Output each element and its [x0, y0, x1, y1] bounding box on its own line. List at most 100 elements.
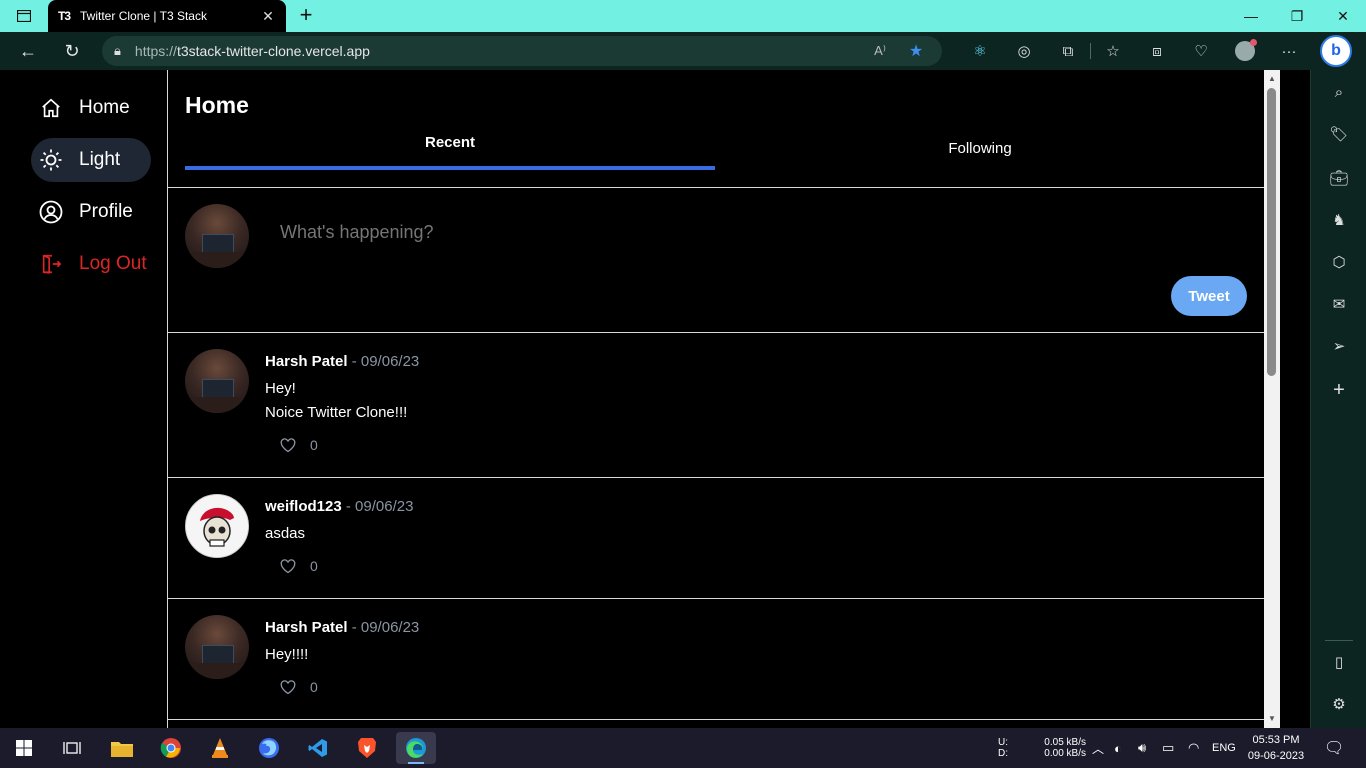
like-button[interactable]: 0 — [280, 679, 318, 695]
windows-start-icon[interactable] — [4, 732, 44, 764]
extension-toolbar: ⚛ ◎ ⧉ ☆ ⧈ ♡ ··· — [958, 35, 1311, 67]
address-bar[interactable]: 🔒︎ https://t3stack-twitter-clone.vercel.… — [102, 36, 942, 66]
tweet-header: Harsh Patel - 09/06/23 — [265, 353, 419, 370]
clock[interactable]: 05:53 PM 09-06-2023 — [1246, 728, 1306, 768]
extension-target-icon[interactable]: ◎ — [1002, 35, 1046, 67]
edge-icon[interactable] — [396, 732, 436, 764]
bing-chat-icon[interactable]: b — [1320, 35, 1352, 67]
tweet-date: - 09/06/23 — [347, 353, 420, 370]
read-aloud-icon[interactable]: A⁾ — [866, 43, 894, 59]
logout-icon — [39, 252, 63, 276]
back-icon[interactable]: ← — [12, 35, 44, 67]
chrome-icon[interactable] — [151, 732, 191, 764]
url-text[interactable]: https://t3stack-twitter-clone.vercel.app — [135, 43, 858, 59]
nav-item-home[interactable]: Home — [31, 86, 151, 130]
tweet-text-line: Hey!!!! — [265, 646, 309, 663]
tab-actions-icon[interactable] — [10, 6, 38, 26]
brave-icon[interactable] — [347, 732, 387, 764]
hide-sidebar-icon[interactable]: ▯ — [1311, 648, 1366, 676]
tweet-card: Harsh Patel - 09/06/23 Hey! Noice Twitte… — [168, 333, 1265, 477]
scroll-down-icon[interactable]: ▼ — [1267, 714, 1277, 724]
like-button[interactable]: 0 — [280, 437, 318, 453]
shopping-tag-icon[interactable]: 🏷︎ — [1311, 120, 1366, 148]
notifications-icon[interactable]: 🗨︎ — [1324, 728, 1344, 768]
refresh-icon[interactable]: ↻ — [56, 35, 88, 67]
clock-date: 09-06-2023 — [1247, 750, 1305, 762]
tweet-text-line: Noice Twitter Clone!!! — [265, 404, 408, 421]
minimize-icon[interactable]: — — [1228, 0, 1274, 32]
nav-item-logout[interactable]: Log Out — [31, 242, 151, 286]
profile-avatar-icon[interactable] — [1223, 35, 1267, 67]
tab-following[interactable]: Following — [715, 126, 1245, 170]
tweet-date: - 09/06/23 — [341, 498, 414, 515]
outlook-icon[interactable]: ✉ — [1311, 290, 1366, 318]
close-tab-icon[interactable]: ✕ — [260, 8, 276, 25]
nav-item-label: Log Out — [79, 253, 147, 274]
games-icon[interactable]: ♞ — [1311, 206, 1366, 234]
tweet-author[interactable]: Harsh Patel — [265, 353, 348, 370]
tweet-date: - 09/06/23 — [347, 619, 420, 636]
file-explorer-icon[interactable] — [102, 732, 142, 764]
new-tab-icon[interactable]: + — [294, 4, 318, 28]
tweet-author[interactable]: Harsh Patel — [265, 619, 348, 636]
scroll-up-icon[interactable]: ▲ — [1267, 74, 1277, 84]
nav-item-theme-toggle[interactable]: Light — [31, 138, 151, 182]
sidebar-divider — [1325, 640, 1353, 641]
page-scrollbar[interactable]: ▲ ▼ — [1264, 70, 1280, 728]
tweet-header: weiflod123 - 09/06/23 — [265, 498, 413, 515]
nav-item-label: Home — [79, 97, 130, 118]
browser-window: T3 Twitter Clone | T3 Stack ✕ + — ❐ ✕ ← … — [0, 0, 1366, 768]
favorites-icon[interactable]: ☆ — [1091, 35, 1135, 67]
nav-item-profile[interactable]: Profile — [31, 190, 151, 234]
tweet-text-line: asdas — [265, 525, 306, 542]
send-icon[interactable]: ➢ — [1311, 332, 1366, 360]
network-speed-values: 0.05 kB/s 0.00 kB/s — [1036, 728, 1086, 768]
favorite-star-icon[interactable]: ★ — [902, 41, 930, 61]
restore-icon[interactable]: ❐ — [1274, 0, 1320, 32]
firefox-icon[interactable] — [249, 732, 289, 764]
vlc-icon[interactable] — [200, 732, 240, 764]
settings-gear-icon[interactable]: ⚙ — [1311, 690, 1366, 718]
react-devtools-icon[interactable]: ⚛ — [958, 35, 1002, 67]
scroll-thumb[interactable] — [1267, 88, 1276, 376]
battery-icon[interactable]: ▭ — [1162, 728, 1174, 768]
edge-sidebar: ⌕ 🏷︎ 💼︎ ♞ ⬡ ✉ ➢ + ▯ ⚙ — [1310, 70, 1366, 728]
tweet-button[interactable]: Tweet — [1171, 276, 1247, 316]
extensions-puzzle-icon[interactable]: ⧉ — [1046, 35, 1090, 67]
tab-recent[interactable]: Recent — [185, 126, 715, 170]
language-indicator[interactable]: ENG — [1212, 728, 1236, 768]
more-menu-icon[interactable]: ··· — [1267, 35, 1311, 67]
tweet-card: weiflod123 - 09/06/23 asdas 0 — [168, 478, 1265, 598]
task-view-icon[interactable] — [52, 732, 92, 764]
browser-toolbar: ← ↻ 🔒︎ https://t3stack-twitter-clone.ver… — [0, 32, 1366, 70]
tools-briefcase-icon[interactable]: 💼︎ — [1311, 164, 1366, 192]
network-status-icon[interactable]: ◐ — [1114, 728, 1122, 768]
avatar[interactable] — [185, 615, 249, 679]
tweet-author[interactable]: weiflod123 — [265, 498, 342, 515]
like-count: 0 — [310, 558, 318, 574]
microsoft-365-icon[interactable]: ⬡ — [1311, 248, 1366, 276]
tweet-input[interactable] — [280, 222, 1180, 243]
vscode-icon[interactable] — [298, 732, 338, 764]
show-hidden-icons-chevron-icon[interactable]: ︿ — [1092, 728, 1104, 768]
like-count: 0 — [310, 679, 318, 695]
page-title: Home — [185, 92, 249, 118]
browser-tab[interactable]: T3 Twitter Clone | T3 Stack ✕ — [48, 0, 286, 32]
avatar[interactable] — [185, 349, 249, 413]
divider — [168, 719, 1265, 720]
collections-icon[interactable]: ⧈ — [1135, 35, 1179, 67]
home-icon — [39, 96, 63, 120]
search-icon[interactable]: ⌕ — [1311, 78, 1366, 106]
performance-icon[interactable]: ♡ — [1179, 35, 1223, 67]
avatar[interactable] — [185, 204, 249, 268]
add-sidebar-app-icon[interactable]: + — [1311, 376, 1366, 404]
sun-icon — [39, 148, 63, 172]
avatar[interactable] — [185, 494, 249, 558]
window-close-icon[interactable]: ✕ — [1320, 0, 1366, 32]
wifi-icon[interactable]: ◠ — [1188, 728, 1199, 768]
like-button[interactable]: 0 — [280, 558, 318, 574]
upload-label: U: — [998, 737, 1008, 748]
tweet-body: Hey! Noice Twitter Clone!!! — [265, 377, 407, 425]
volume-icon[interactable]: 🔊︎ — [1138, 728, 1146, 768]
lock-icon[interactable]: 🔒︎ — [114, 43, 121, 59]
